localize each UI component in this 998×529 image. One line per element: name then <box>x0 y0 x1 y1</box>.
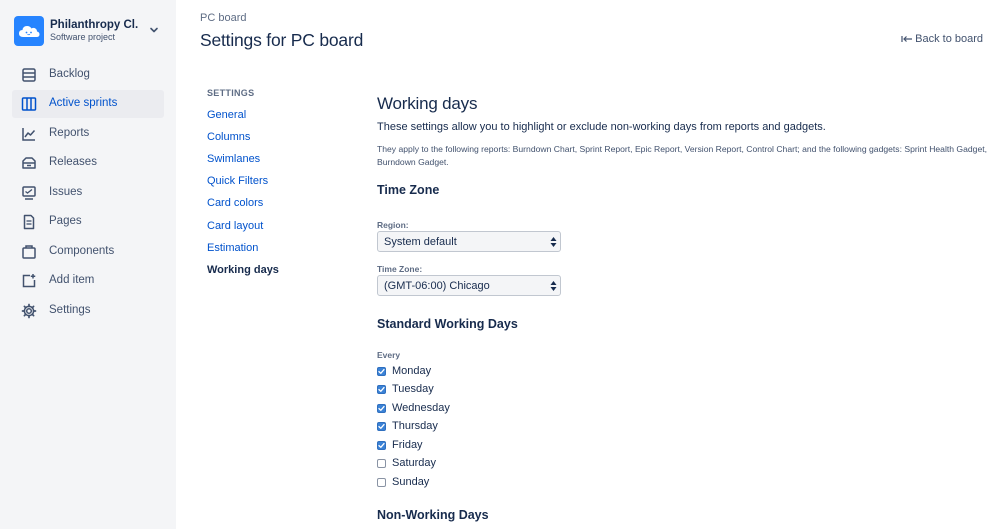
board-icon <box>21 97 37 111</box>
sidebar-item-label: Releases <box>49 156 97 168</box>
sidebar-item-label: Components <box>49 245 115 257</box>
sidebar-item-settings[interactable]: Settings <box>12 297 164 325</box>
settings-link-estimation[interactable]: Estimation <box>207 242 258 254</box>
time-zone-heading: Time Zone <box>377 183 440 197</box>
sidebar-item-label: Settings <box>49 304 91 316</box>
day-checkbox-row[interactable]: Tuesday <box>377 382 434 396</box>
add-item-icon <box>22 274 36 288</box>
working-days-heading: Standard Working Days <box>377 317 518 331</box>
select-arrows-icon <box>550 281 557 291</box>
releases-icon <box>22 157 36 169</box>
sidebar-item-label: Add item <box>49 274 95 286</box>
check-icon <box>378 442 385 448</box>
sidebar-item-label: Issues <box>49 186 83 198</box>
sidebar-item-label: Pages <box>49 215 82 227</box>
settings-link-working-days[interactable]: Working days <box>207 264 279 276</box>
sidebar-item-add-item[interactable]: Add item <box>12 267 164 295</box>
settings-link-general[interactable]: General <box>207 109 246 121</box>
day-checkbox-row[interactable]: Wednesday <box>377 401 450 415</box>
project-type: Software project <box>50 32 116 42</box>
time-zone-label: Time Zone: <box>377 264 423 274</box>
select-arrows-icon <box>550 237 557 247</box>
check-icon <box>378 405 385 411</box>
back-to-board-label: Back to board <box>915 33 983 45</box>
day-checkbox-row[interactable]: Sunday <box>377 475 429 489</box>
day-checkbox[interactable] <box>377 421 386 431</box>
day-label: Friday <box>392 439 423 451</box>
chevron-down-icon <box>150 27 158 33</box>
day-checkbox-row[interactable]: Thursday <box>377 419 438 433</box>
day-checkbox[interactable] <box>377 366 386 376</box>
day-checkbox-row[interactable]: Friday <box>377 438 423 452</box>
sidebar-item-issues[interactable]: Issues <box>12 179 164 207</box>
check-icon <box>378 423 385 429</box>
page-title: Settings for PC board <box>200 30 364 50</box>
check-icon <box>378 368 385 374</box>
day-label: Wednesday <box>392 402 450 414</box>
intro-text: These settings allow you to highlight or… <box>377 121 826 133</box>
every-label: Every <box>377 350 401 360</box>
settings-link-quick-filters[interactable]: Quick Filters <box>207 175 268 187</box>
sidebar-item-pages[interactable]: Pages <box>12 208 164 236</box>
region-select-value: System default <box>384 236 457 248</box>
sidebar-item-components[interactable]: Components <box>12 238 164 266</box>
cloud-avatar-icon <box>14 16 44 46</box>
region-label: Region: <box>377 220 409 230</box>
gear-icon <box>21 303 37 319</box>
check-icon <box>378 386 385 392</box>
reports-icon <box>22 128 36 141</box>
sidebar: Philanthropy Cl... Software project Back… <box>0 0 176 529</box>
day-checkbox[interactable] <box>377 384 386 394</box>
breadcrumb[interactable]: PC board <box>200 12 246 24</box>
settings-heading: SETTINGS <box>207 88 255 98</box>
day-checkbox[interactable] <box>377 403 386 413</box>
settings-link-card-layout[interactable]: Card layout <box>207 220 263 232</box>
components-icon <box>22 245 36 259</box>
time-zone-select-value: (GMT-06:00) Chicago <box>384 280 490 292</box>
sidebar-item-label: Backlog <box>49 68 90 80</box>
day-label: Tuesday <box>392 383 434 395</box>
region-select[interactable]: System default <box>377 231 561 252</box>
sidebar-item-releases[interactable]: Releases <box>12 149 164 177</box>
day-checkbox[interactable] <box>377 458 386 468</box>
back-to-board-link[interactable]: Back to board <box>901 33 983 45</box>
day-checkbox-row[interactable]: Monday <box>377 364 431 378</box>
sidebar-item-reports[interactable]: Reports <box>12 120 164 148</box>
sidebar-item-backlog[interactable]: Backlog <box>12 61 164 89</box>
time-zone-select[interactable]: (GMT-06:00) Chicago <box>377 275 561 296</box>
section-title: Working days <box>377 94 478 113</box>
sidebar-item-label: Reports <box>49 127 90 139</box>
arrow-left-icon <box>901 36 913 42</box>
day-label: Saturday <box>392 457 437 469</box>
settings-link-columns[interactable]: Columns <box>207 131 250 143</box>
settings-link-card-colors[interactable]: Card colors <box>207 197 263 209</box>
day-label: Sunday <box>392 476 430 488</box>
day-checkbox-row[interactable]: Saturday <box>377 456 436 470</box>
day-label: Thursday <box>392 420 438 432</box>
day-checkbox[interactable] <box>377 440 386 450</box>
project-switcher[interactable]: Philanthropy Cl... Software project <box>14 16 164 46</box>
note-text: They apply to the following reports: Bur… <box>377 144 988 167</box>
day-label: Monday <box>392 365 432 377</box>
non-working-days-heading: Non-Working Days <box>377 508 489 522</box>
backlog-icon <box>22 68 36 82</box>
pages-icon <box>23 214 35 230</box>
issues-icon <box>22 186 36 200</box>
sidebar-item-label: Active sprints <box>49 97 118 109</box>
settings-link-swimlanes[interactable]: Swimlanes <box>207 153 260 165</box>
project-name: Philanthropy Cl... <box>50 19 138 31</box>
day-checkbox[interactable] <box>377 477 386 487</box>
sidebar-item-active-sprints[interactable]: Active sprints <box>12 90 164 118</box>
